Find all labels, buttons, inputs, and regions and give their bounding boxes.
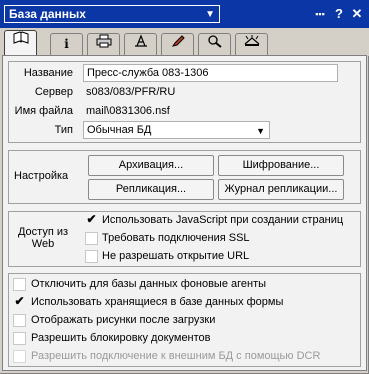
title-bar: База данных ▼ ▪▪▪ ? ✕	[0, 0, 369, 28]
server-value: s083/083/PFR/RU	[86, 86, 176, 98]
design-icon	[133, 34, 149, 51]
properties-panel: Название Пресс-служба 083-1306 Сервер s0…	[2, 55, 367, 371]
menu-icon[interactable]: ▪▪▪	[312, 6, 328, 22]
options-group: Отключить для базы данных фоновые агенты…	[8, 273, 361, 367]
tab-strip: i	[0, 28, 369, 56]
require-ssl-checkbox[interactable]	[85, 232, 98, 245]
pen-icon	[170, 35, 186, 51]
encrypt-button[interactable]: Шифрование...	[218, 155, 344, 176]
require-ssl-label: Требовать подключения SSL	[102, 232, 250, 244]
info-icon: i	[64, 37, 69, 51]
settings-label: Настройка	[14, 170, 69, 182]
type-label: Тип	[54, 124, 73, 136]
tab-print[interactable]	[87, 33, 120, 55]
replication-button[interactable]: Репликация...	[88, 179, 214, 200]
general-info-group: Название Пресс-служба 083-1306 Сервер s0…	[8, 61, 361, 143]
disable-agents-label: Отключить для базы данных фоновые агенты	[31, 278, 267, 290]
tab-basics[interactable]	[4, 30, 37, 56]
tab-search[interactable]	[198, 33, 231, 55]
book-icon	[13, 31, 29, 48]
images-after-load-label: Отображать рисунки после загрузки	[31, 314, 216, 326]
name-label: Название	[23, 67, 73, 79]
javascript-checkbox[interactable]: ✔	[85, 213, 98, 227]
database-properties-window: База данных ▼ ▪▪▪ ? ✕ i Название Пресс-с…	[0, 0, 369, 374]
no-url-open-checkbox[interactable]	[85, 250, 98, 263]
properties-type-dropdown[interactable]: База данных ▼	[4, 5, 220, 23]
hat-icon	[243, 35, 261, 51]
stored-forms-label: Использовать хранящиеся в базе данных фо…	[31, 296, 284, 308]
dcr-checkbox	[13, 350, 26, 363]
dcr-label: Разрешить подключение к внешним БД с пом…	[31, 350, 321, 362]
document-locking-label: Разрешить блокировку документов	[31, 332, 211, 344]
stored-forms-checkbox[interactable]: ✔	[13, 295, 26, 309]
no-url-open-label: Не разрешать открытие URL	[102, 250, 250, 262]
tab-info[interactable]: i	[50, 33, 83, 55]
window-title: База данных	[9, 7, 86, 21]
archive-button[interactable]: Архивация...	[88, 155, 214, 176]
tab-design[interactable]	[124, 33, 157, 55]
chevron-down-icon: ▼	[256, 126, 265, 136]
search-icon	[207, 35, 223, 51]
help-icon[interactable]: ?	[331, 6, 347, 22]
chevron-down-icon: ▼	[205, 9, 215, 20]
title-input[interactable]: Пресс-служба 083-1306	[83, 64, 338, 82]
tab-launch[interactable]	[161, 33, 194, 55]
javascript-label: Использовать JavaScript при создании стр…	[102, 214, 344, 226]
server-label: Сервер	[34, 86, 73, 98]
filename-label: Имя файла	[14, 105, 73, 117]
settings-group: Настройка Архивация... Шифрование... Реп…	[8, 150, 361, 204]
close-icon[interactable]: ✕	[349, 6, 365, 22]
tab-advanced[interactable]	[235, 33, 268, 55]
web-access-label: Доступ из Web	[17, 226, 69, 250]
replication-log-button[interactable]: Журнал репликации...	[218, 179, 344, 200]
type-select[interactable]: Обычная БД ▼	[83, 121, 270, 139]
filename-value: mail\0831306.nsf	[86, 105, 170, 117]
printer-icon	[96, 34, 112, 51]
web-access-group: Доступ из Web ✔ Использовать JavaScript …	[8, 211, 361, 267]
images-after-load-checkbox[interactable]	[13, 314, 26, 327]
disable-agents-checkbox[interactable]	[13, 278, 26, 291]
document-locking-checkbox[interactable]	[13, 332, 26, 345]
type-selected-value: Обычная БД	[87, 124, 152, 136]
